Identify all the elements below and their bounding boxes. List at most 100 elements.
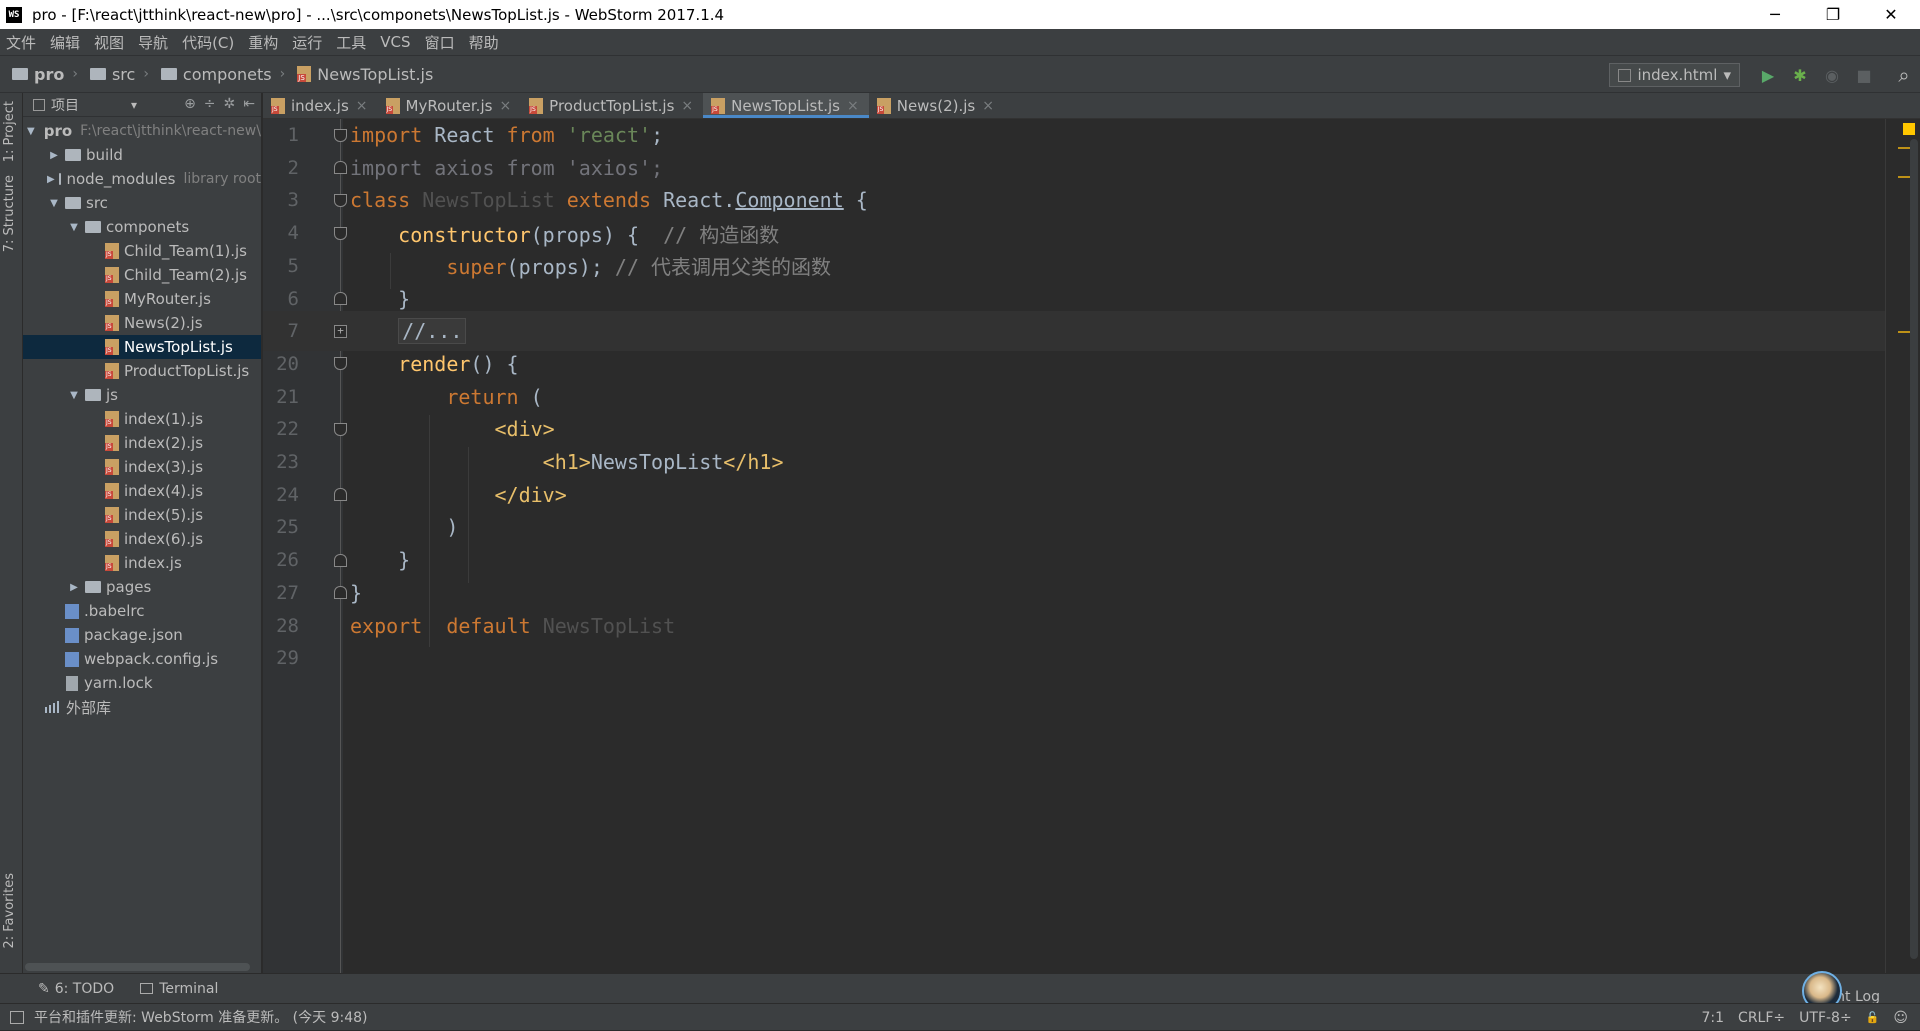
tree-item[interactable]: index(6).js xyxy=(23,527,261,551)
menu-window[interactable]: 窗口 xyxy=(425,32,455,53)
expanded-arrow-icon[interactable]: ▼ xyxy=(67,390,81,401)
fold-collapse-icon[interactable] xyxy=(334,422,347,436)
tree-item[interactable]: webpack.config.js xyxy=(23,647,261,671)
editor-tab[interactable]: index.js × xyxy=(263,93,378,118)
coverage-icon[interactable]: ◉ xyxy=(1822,65,1842,85)
run-icon[interactable]: ▶ xyxy=(1758,65,1778,85)
inspector-icon[interactable]: ☺ xyxy=(1893,1010,1908,1026)
fold-collapse-icon[interactable] xyxy=(334,488,347,502)
tree-item[interactable]: Child_Team(1).js xyxy=(23,239,261,263)
expanded-arrow-icon[interactable]: ▼ xyxy=(47,198,61,209)
tree-item[interactable]: 外部库 xyxy=(23,695,261,719)
project-tool-tab[interactable]: 1: Project xyxy=(2,101,17,162)
tree-item[interactable]: MyRouter.js xyxy=(23,287,261,311)
lock-icon[interactable]: 🔓 xyxy=(1866,1011,1880,1024)
tree-item[interactable]: ▼ componets xyxy=(23,215,261,239)
restore-button[interactable]: ❐ xyxy=(1804,0,1862,29)
tree-item[interactable]: ProductTopList.js xyxy=(23,359,261,383)
menu-view[interactable]: 视图 xyxy=(94,32,124,53)
tree-item[interactable]: .babelrc xyxy=(23,599,261,623)
favorites-tool-tab[interactable]: 2: Favorites xyxy=(2,873,17,949)
tree-item[interactable]: index(2).js xyxy=(23,431,261,455)
fold-collapse-icon[interactable] xyxy=(334,161,347,175)
fold-collapse-icon[interactable] xyxy=(334,586,347,600)
tree-item[interactable]: ▶ build xyxy=(23,143,261,167)
menu-navigate[interactable]: 导航 xyxy=(138,32,168,53)
fold-collapse-icon[interactable] xyxy=(334,292,347,305)
editor-tab[interactable]: MyRouter.js × xyxy=(378,93,522,118)
horizontal-scrollbar[interactable] xyxy=(25,963,250,971)
fold-collapse-icon[interactable] xyxy=(334,553,347,567)
fold-expand-icon[interactable]: + xyxy=(334,324,347,338)
close-button[interactable]: ✕ xyxy=(1862,0,1920,29)
close-tab-icon[interactable]: × xyxy=(847,98,859,114)
fold-collapse-icon[interactable] xyxy=(334,128,347,142)
file-encoding[interactable]: UTF-8÷ xyxy=(1799,1010,1852,1026)
tree-item[interactable]: ▼ pro F:\react\jtthink\react-new\pro xyxy=(23,119,261,143)
tree-item[interactable]: NewsTopList.js xyxy=(23,335,261,359)
collapsed-arrow-icon[interactable]: ▶ xyxy=(47,174,55,185)
tree-item[interactable]: News(2).js xyxy=(23,311,261,335)
close-tab-icon[interactable]: × xyxy=(356,98,368,114)
minimize-button[interactable]: ─ xyxy=(1746,0,1804,29)
tree-item[interactable]: index(5).js xyxy=(23,503,261,527)
hide-panel-icon[interactable]: ⇤ xyxy=(243,96,255,112)
collapsed-arrow-icon[interactable]: ▶ xyxy=(47,150,61,161)
collapse-all-icon[interactable]: ÷ xyxy=(204,96,216,112)
editor-tab[interactable]: ProductTopList.js × xyxy=(521,93,703,118)
close-tab-icon[interactable]: × xyxy=(681,98,693,114)
code-editor[interactable]: 1 import React from 'react'; 2 import axios… xyxy=(263,119,1920,973)
stop-icon[interactable]: ■ xyxy=(1854,65,1874,85)
search-icon[interactable]: ⌕ xyxy=(1894,63,1914,87)
terminal-tool-tab[interactable]: Terminal xyxy=(140,981,218,997)
menu-run[interactable]: 运行 xyxy=(292,32,322,53)
project-panel-header[interactable]: 项目 ▾ ⊕ ÷ ✲ ⇤ xyxy=(23,93,261,117)
code-line[interactable]: 29 xyxy=(263,638,1885,678)
tree-item[interactable]: index(3).js xyxy=(23,455,261,479)
editor-tab[interactable]: News(2).js × xyxy=(869,93,1004,118)
close-tab-icon[interactable]: × xyxy=(982,98,994,114)
tool-window-toggle-icon[interactable] xyxy=(10,1010,24,1024)
tree-item[interactable]: index(1).js xyxy=(23,407,261,431)
tree-item[interactable]: ▼ js xyxy=(23,383,261,407)
tree-item[interactable]: Child_Team(2).js xyxy=(23,263,261,287)
menu-help[interactable]: 帮助 xyxy=(469,32,499,53)
tree-item[interactable]: yarn.lock xyxy=(23,671,261,695)
collapsed-arrow-icon[interactable]: ▶ xyxy=(67,582,81,593)
close-tab-icon[interactable]: × xyxy=(499,98,511,114)
breadcrumb-componets[interactable]: componets xyxy=(160,65,272,84)
line-separator[interactable]: CRLF÷ xyxy=(1738,1010,1785,1026)
debug-icon[interactable]: ✱ xyxy=(1790,65,1810,85)
breadcrumb-file[interactable]: NewsTopList.js xyxy=(297,65,433,84)
scroll-from-source-icon[interactable]: ⊕ xyxy=(184,96,196,112)
tree-item[interactable]: package.json xyxy=(23,623,261,647)
expanded-arrow-icon[interactable]: ▼ xyxy=(67,222,81,233)
run-configuration-select[interactable]: index.html ▾ xyxy=(1609,63,1740,87)
tree-item[interactable]: ▶ pages xyxy=(23,575,261,599)
tree-item-label: index(5).js xyxy=(124,506,204,524)
menu-vcs[interactable]: VCS xyxy=(380,33,410,51)
menu-file[interactable]: 文件 xyxy=(6,32,36,53)
tree-item[interactable]: index(4).js xyxy=(23,479,261,503)
warning-indicator-icon[interactable] xyxy=(1903,123,1915,135)
fold-collapse-icon[interactable] xyxy=(334,226,347,240)
menu-refactor[interactable]: 重构 xyxy=(248,32,278,53)
vertical-scrollbar[interactable] xyxy=(1910,139,1918,959)
caret-position[interactable]: 7:1 xyxy=(1702,1010,1725,1026)
fold-collapse-icon[interactable] xyxy=(334,193,347,207)
tree-item[interactable]: ▼ src xyxy=(23,191,261,215)
settings-gear-icon[interactable]: ✲ xyxy=(224,96,236,112)
fold-collapse-icon[interactable] xyxy=(334,357,347,371)
menu-tools[interactable]: 工具 xyxy=(336,32,366,53)
todo-tool-tab[interactable]: ✎ 6: TODO xyxy=(38,981,114,997)
breadcrumb-src[interactable]: src xyxy=(89,65,135,84)
expanded-arrow-icon[interactable]: ▼ xyxy=(27,126,35,137)
breadcrumb-pro[interactable]: pro xyxy=(12,65,64,84)
tree-item[interactable]: index.js xyxy=(23,551,261,575)
menu-edit[interactable]: 编辑 xyxy=(50,32,80,53)
menu-code[interactable]: 代码(C) xyxy=(182,32,234,53)
tree-item[interactable]: ▶ node_modules library root xyxy=(23,167,261,191)
status-message[interactable]: 平台和插件更新: WebStorm 准备更新。 (今天 9:48) xyxy=(34,1007,368,1027)
structure-tool-tab[interactable]: 7: Structure xyxy=(2,175,17,252)
editor-tab[interactable]: NewsTopList.js × xyxy=(703,93,869,118)
